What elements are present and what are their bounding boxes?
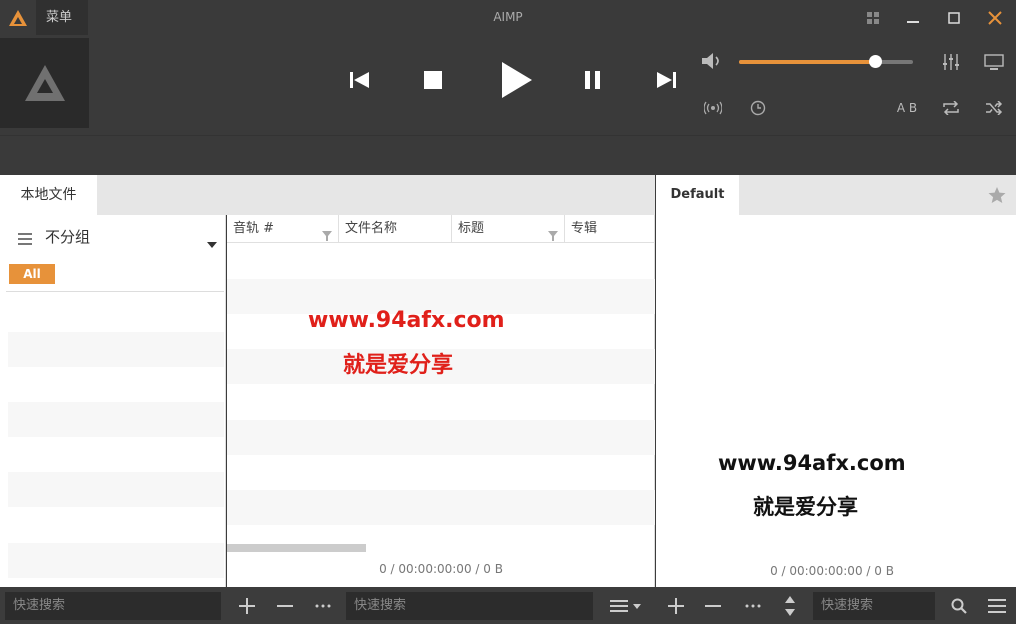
shuffle-icon[interactable] — [982, 96, 1006, 120]
play-button[interactable] — [496, 57, 536, 103]
playlist-tabs: Default — [656, 175, 1016, 215]
divider — [6, 291, 224, 292]
more-icon[interactable] — [308, 592, 338, 620]
track-info-strip — [0, 135, 1016, 175]
status-text: 0 / 00:00:00:00 / 0 B — [379, 562, 503, 576]
more-icon[interactable] — [738, 592, 768, 620]
list-stripe — [8, 332, 224, 367]
volume-icon[interactable] — [700, 49, 724, 73]
search-input-library[interactable]: 快速搜索 — [5, 592, 221, 620]
list-stripe — [8, 543, 224, 578]
dropdown-icon — [207, 233, 217, 252]
aimp-logo-icon — [8, 8, 28, 28]
stop-icon — [424, 71, 442, 89]
miniplayer-icon[interactable] — [982, 50, 1006, 74]
library-tabs: 本地文件 — [0, 175, 655, 215]
plus-icon[interactable] — [661, 592, 691, 620]
sort-icon[interactable] — [775, 592, 805, 620]
file-list-pane: 音轨 # 文件名称 标题 专辑 www.94afx.com 就是爱分享 0 / … — [227, 215, 655, 587]
tab-local-files[interactable]: 本地文件 — [0, 175, 97, 215]
column-label: 音轨 # — [233, 221, 275, 236]
clock-icon[interactable] — [746, 96, 770, 120]
aimp-window: 菜单 AIMP A B 本地文件 Default 不分组 All 音轨 # 文件… — [0, 0, 1016, 624]
grid-icon[interactable] — [853, 0, 893, 35]
next-button[interactable] — [652, 57, 680, 103]
volume-fill — [739, 60, 875, 64]
volume-slider[interactable] — [739, 55, 913, 68]
search-icon[interactable] — [944, 592, 974, 620]
column-title[interactable]: 标题 — [452, 215, 565, 243]
list-stripe — [8, 472, 224, 507]
status-text: 0 / 00:00:00:00 / 0 B — [770, 564, 894, 578]
aimp-logo-icon — [24, 65, 65, 101]
radio-icon[interactable] — [701, 96, 725, 120]
column-label: 标题 — [458, 221, 485, 236]
search-input-files[interactable]: 快速搜索 — [346, 592, 593, 620]
column-label: 文件名称 — [345, 221, 398, 236]
watermark-tagline: 就是爱分享 — [343, 353, 454, 378]
prev-icon — [350, 72, 369, 88]
equalizer-icon[interactable] — [939, 50, 963, 74]
grouping-selector[interactable]: 不分组 — [0, 215, 226, 257]
menu-button[interactable]: 菜单 — [36, 0, 88, 35]
view-options-button[interactable] — [604, 592, 648, 620]
watermark-url: www.94afx.com — [718, 451, 906, 475]
plus-icon[interactable] — [232, 592, 262, 620]
column-label: 专辑 — [571, 221, 598, 236]
watermark-tagline: 就是爱分享 — [753, 495, 858, 519]
hamburger-icon — [18, 230, 32, 249]
close-icon[interactable] — [975, 0, 1015, 35]
next-icon — [657, 72, 676, 88]
all-badge[interactable]: All — [9, 264, 55, 284]
minus-icon[interactable] — [698, 592, 728, 620]
title-bar: 菜单 AIMP — [0, 0, 1016, 35]
filter-icon[interactable] — [548, 224, 558, 252]
column-file-name[interactable]: 文件名称 — [339, 215, 452, 243]
tab-default-playlist[interactable]: Default — [656, 175, 739, 215]
list-stripe — [227, 490, 655, 525]
column-track-number[interactable]: 音轨 # — [227, 215, 339, 243]
hamburger-icon[interactable] — [982, 592, 1012, 620]
library-groups-pane: 不分组 All — [0, 215, 226, 587]
pause-button[interactable] — [580, 57, 606, 103]
album-art — [0, 38, 89, 128]
horizontal-scrollbar[interactable] — [227, 544, 366, 552]
ab-repeat-button[interactable]: A B — [893, 96, 921, 120]
bottom-toolbar: 快速搜索 快速搜索 快速搜索 — [0, 587, 1016, 624]
prev-button[interactable] — [346, 57, 374, 103]
list-stripe — [227, 420, 655, 455]
minus-icon[interactable] — [270, 592, 300, 620]
watermark-url: www.94afx.com — [308, 308, 505, 333]
star-icon[interactable] — [988, 186, 1006, 208]
filter-icon[interactable] — [322, 224, 332, 252]
repeat-icon[interactable] — [939, 96, 963, 120]
playlist-pane: www.94afx.com 就是爱分享 0 / 00:00:00:00 / 0 … — [656, 215, 1016, 587]
player-panel: A B — [0, 35, 1016, 135]
pause-icon — [585, 71, 600, 89]
list-stripe — [8, 402, 224, 437]
minimize-icon[interactable] — [893, 0, 933, 35]
grouping-label: 不分组 — [45, 228, 91, 246]
volume-knob[interactable] — [868, 55, 882, 68]
search-input-playlist[interactable]: 快速搜索 — [813, 592, 935, 620]
stop-button[interactable] — [420, 57, 446, 103]
play-icon — [502, 62, 532, 98]
column-album[interactable]: 专辑 — [565, 215, 655, 243]
maximize-icon[interactable] — [934, 0, 974, 35]
